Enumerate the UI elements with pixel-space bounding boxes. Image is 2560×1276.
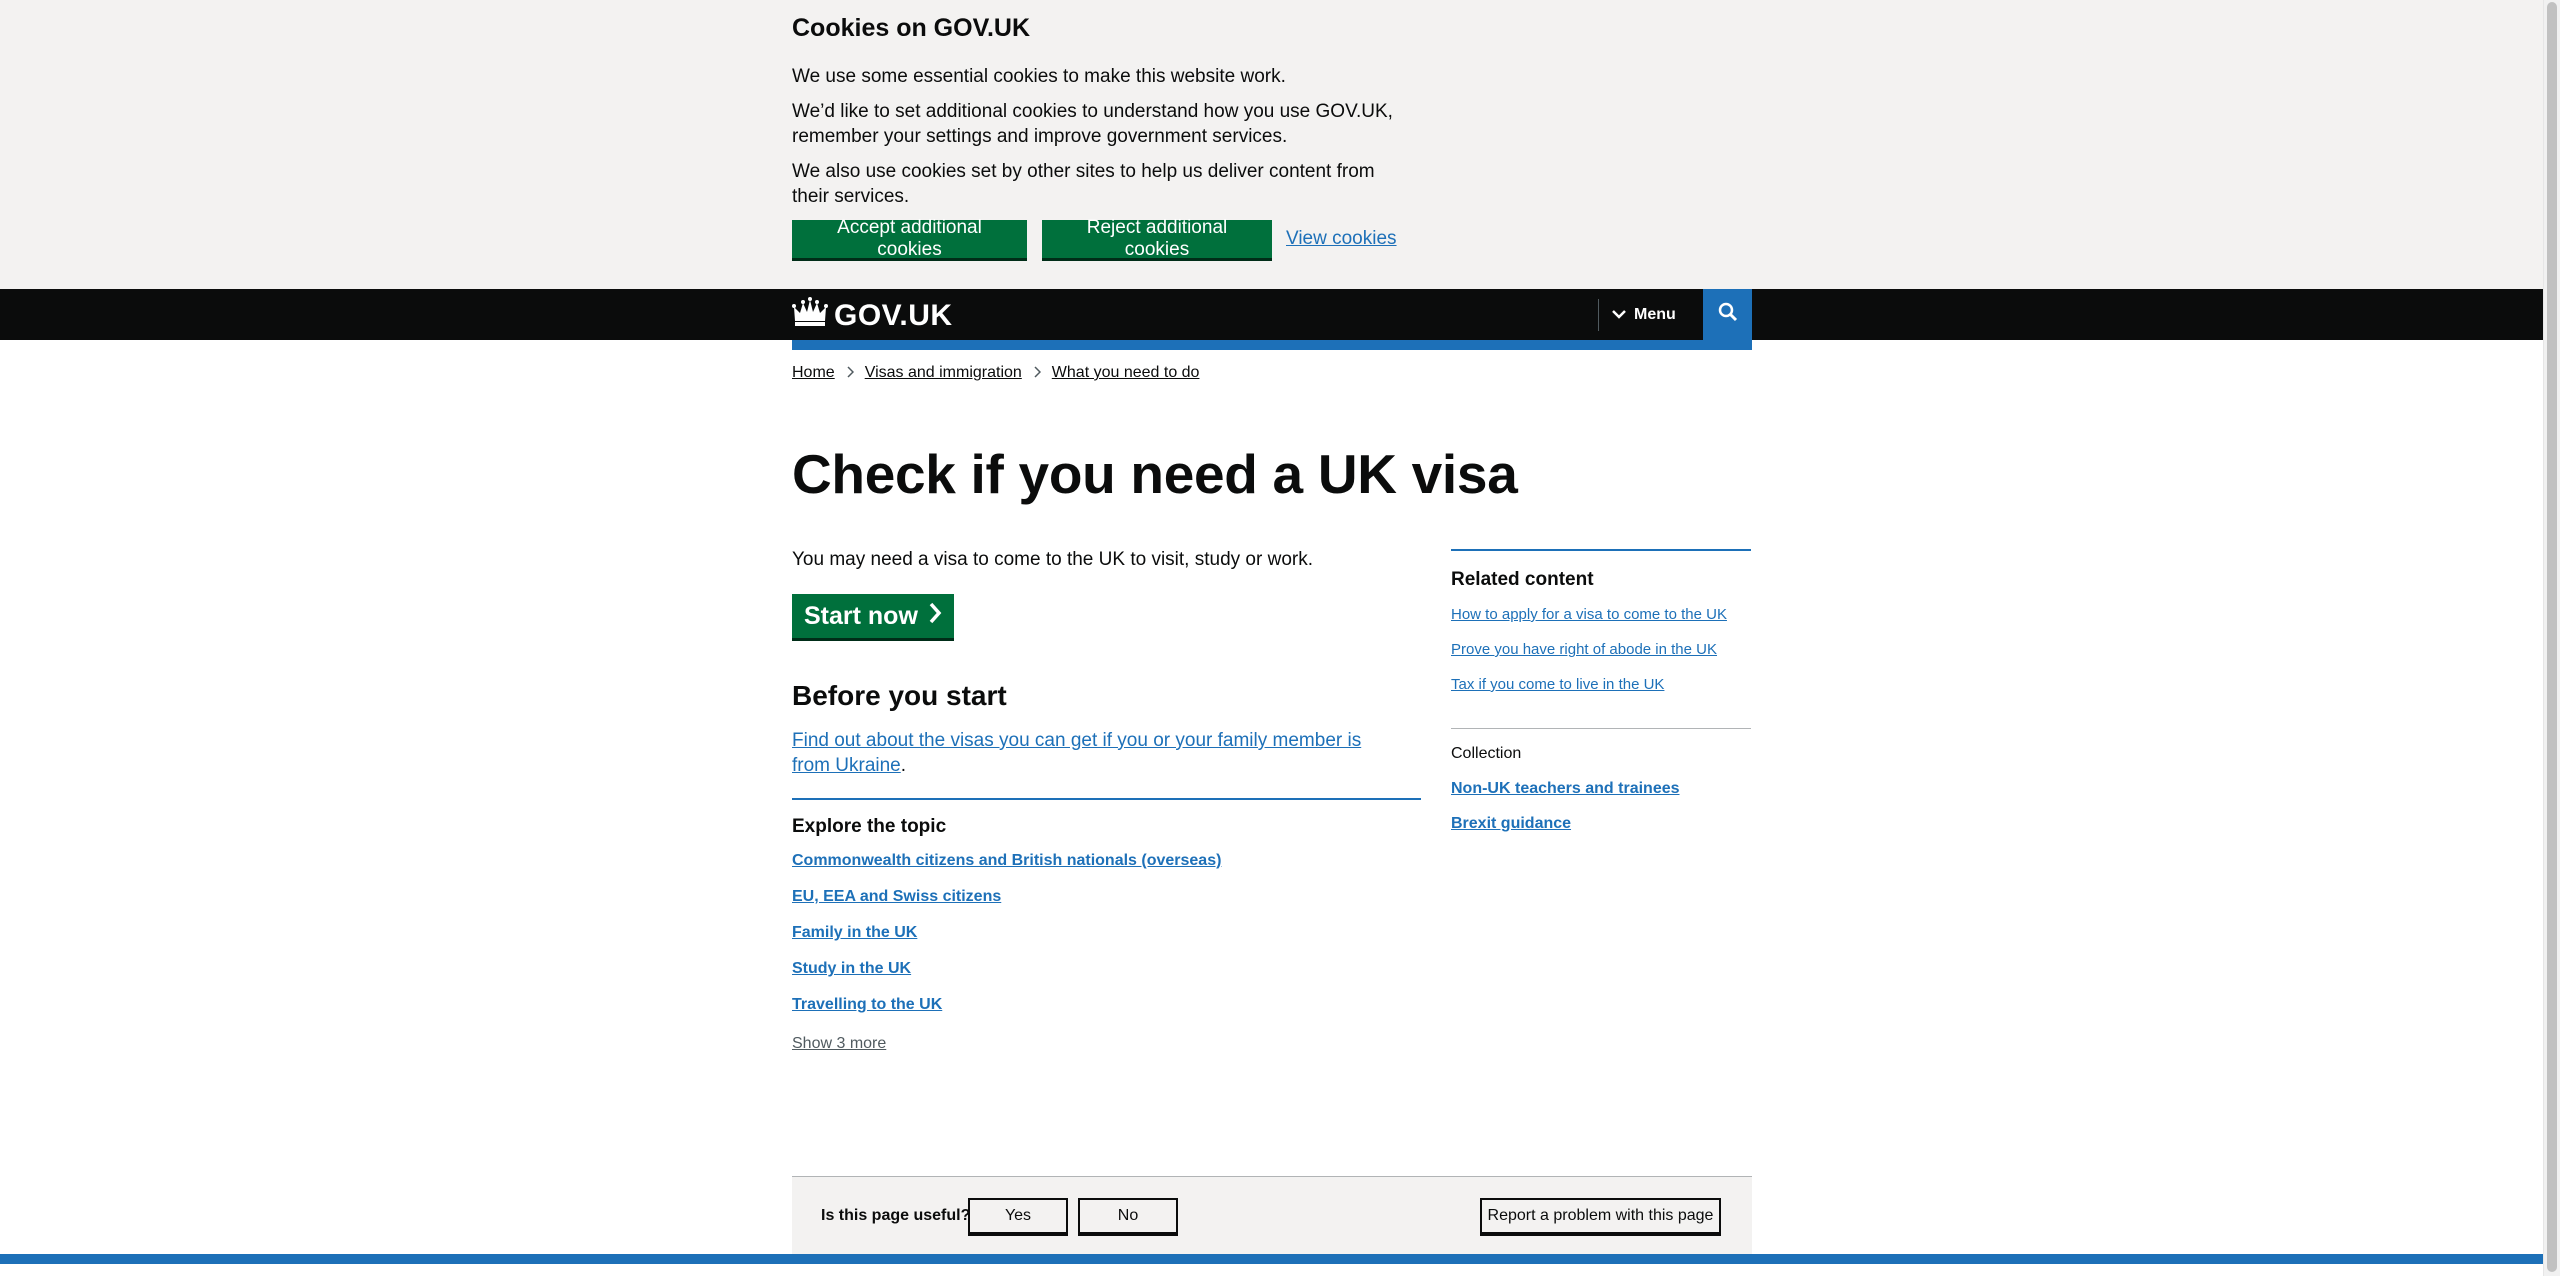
related-link[interactable]: How to apply for a visa to come to the U… [1451,606,1727,623]
topic-link[interactable]: Study in the UK [792,960,911,977]
collection-link[interactable]: Non-UK teachers and trainees [1451,780,1680,797]
chevron-right-icon [846,365,854,381]
report-problem-button[interactable]: Report a problem with this page [1480,1198,1721,1234]
crown-icon [792,297,834,335]
chevron-right-icon [918,602,942,631]
list-item: EU, EEA and Swiss citizens [792,888,1221,924]
list-item: Commonwealth citizens and British nation… [792,852,1221,888]
breadcrumb: Home Visas and immigration What you need… [792,364,1199,382]
search-button[interactable] [1703,289,1752,340]
list-item: Family in the UK [792,924,1221,960]
list-item: Non-UK teachers and trainees [1451,780,1680,815]
topic-link[interactable]: Travelling to the UK [792,996,942,1013]
ukraine-visas-link[interactable]: Find out about the visas you can get if … [792,730,1361,776]
menu-label: Menu [1634,305,1676,323]
accept-cookies-button[interactable]: Accept additional cookies [792,217,1027,260]
chevron-down-icon [1612,306,1626,324]
before-you-start-heading: Before you start [792,680,1007,711]
scrollbar-thumb[interactable] [2547,2,2557,1272]
list-item: Tax if you come to live in the UK [1451,676,1727,711]
cookie-banner: Cookies on GOV.UK We use some essential … [0,0,2543,289]
feedback-question: Is this page useful? [821,1207,971,1224]
show-more-topics-link[interactable]: Show 3 more [792,1035,886,1053]
cookie-text-additional: We’d like to set additional cookies to u… [792,101,1393,147]
cookie-text-other-sites: We also use cookies set by other sites t… [792,161,1375,207]
start-now-button[interactable]: Start now [792,594,954,638]
collection-label: Collection [1451,745,1522,762]
list-item: Travelling to the UK [792,996,1221,1032]
menu-divider [1598,299,1599,331]
related-link[interactable]: Tax if you come to live in the UK [1451,676,1664,693]
list-item: Brexit guidance [1451,815,1680,850]
cookie-text-essential: We use some essential cookies to make th… [792,66,1286,87]
footer-blue-line [0,1254,2543,1264]
logo-text: GOV.UK [834,299,953,332]
feedback-yes-button[interactable]: Yes [968,1198,1068,1234]
related-content-list: How to apply for a visa to come to the U… [1451,606,1727,711]
explore-divider [792,798,1421,800]
list-item: Study in the UK [792,960,1221,996]
start-now-label: Start now [804,601,918,630]
explore-topic-heading: Explore the topic [792,816,947,837]
related-divider [1451,549,1751,551]
before-suffix: . [900,755,907,776]
breadcrumb-visas-immigration[interactable]: Visas and immigration [865,364,1022,382]
search-icon [1718,302,1738,327]
topic-link[interactable]: Commonwealth citizens and British nation… [792,852,1221,869]
list-item: Prove you have right of abode in the UK [1451,641,1727,676]
reject-cookies-button[interactable]: Reject additional cookies [1042,217,1272,260]
cookie-banner-title: Cookies on GOV.UK [792,14,1031,42]
chevron-right-icon [1033,365,1041,381]
list-item: How to apply for a visa to come to the U… [1451,606,1727,641]
breadcrumb-home[interactable]: Home [792,364,835,382]
topic-link[interactable]: Family in the UK [792,924,917,941]
page-title: Check if you need a UK visa [792,443,1518,505]
feedback-bar: Is this page useful? Yes No Report a pro… [792,1176,1752,1254]
scrollbar[interactable] [2543,0,2560,1276]
feedback-no-button[interactable]: No [1078,1198,1178,1234]
site-header: GOV.UK Menu [0,289,2543,340]
before-you-start-text: Find out about the visas you can get if … [792,728,1392,778]
topic-link[interactable]: EU, EEA and Swiss citizens [792,888,1001,905]
breadcrumb-what-you-need[interactable]: What you need to do [1052,364,1200,382]
footer-top [0,1254,2543,1276]
explore-topic-list: Commonwealth citizens and British nation… [792,852,1221,1032]
collection-list: Non-UK teachers and trainees Brexit guid… [1451,780,1680,850]
related-link[interactable]: Prove you have right of abode in the UK [1451,641,1717,658]
menu-button[interactable]: Menu [1612,289,1676,340]
header-blue-bar [792,340,1752,350]
intro-text: You may need a visa to come to the UK to… [792,549,1313,570]
govuk-logo[interactable]: GOV.UK [792,297,953,335]
collection-link[interactable]: Brexit guidance [1451,815,1571,832]
view-cookies-link[interactable]: View cookies [1286,228,1397,250]
collection-divider [1451,728,1751,729]
related-content-heading: Related content [1451,569,1594,590]
